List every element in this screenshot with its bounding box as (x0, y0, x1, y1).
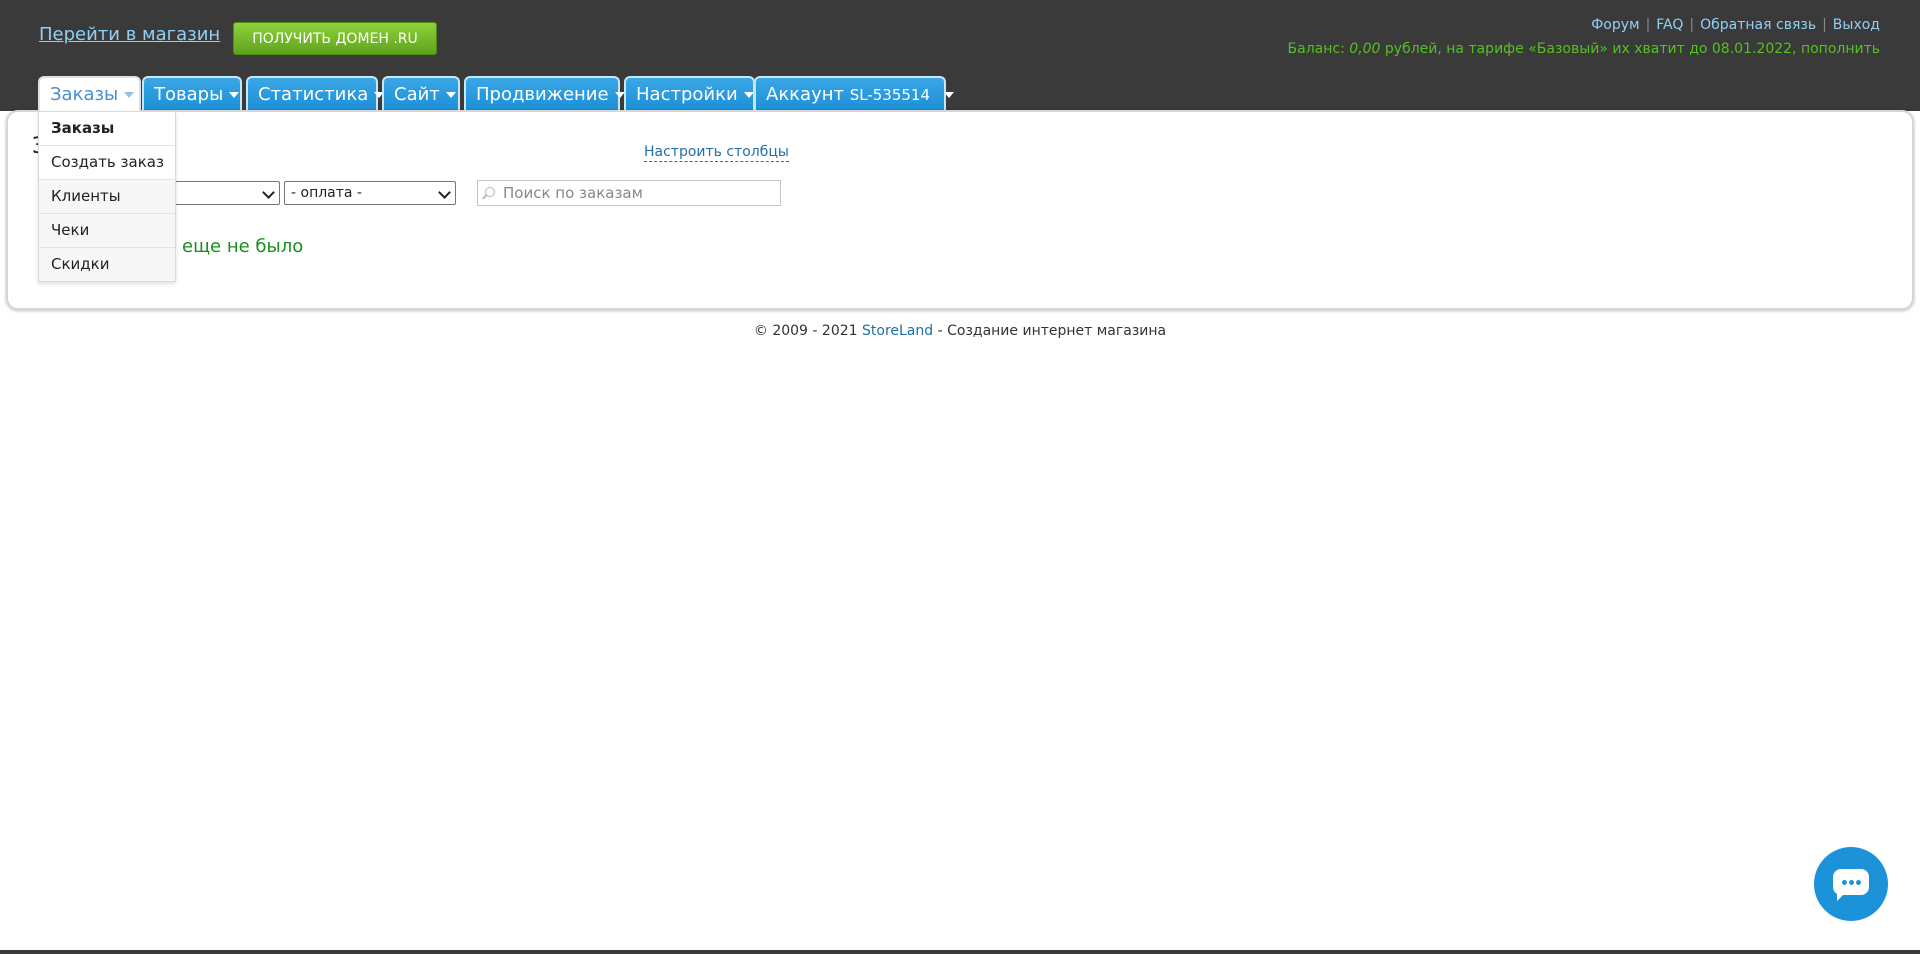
tab-label: Продвижение (476, 84, 609, 105)
tab-site[interactable]: Сайт (382, 76, 460, 111)
menu-item-receipts[interactable]: Чеки (39, 214, 175, 248)
account-id: SL-535514 (849, 86, 931, 104)
menu-item-orders[interactable]: Заказы (39, 112, 175, 146)
tab-label: Сайт (394, 84, 440, 105)
tab-orders[interactable]: Заказы (38, 76, 141, 113)
chat-dot (1842, 880, 1847, 885)
chevron-down-icon (438, 186, 451, 199)
menu-item-clients[interactable]: Клиенты (39, 180, 175, 214)
topup-link[interactable]: пополнить (1801, 41, 1880, 57)
tab-account[interactable]: Аккаунт SL-535514 (754, 76, 955, 111)
chevron-down-icon (743, 92, 754, 98)
get-domain-button[interactable]: ПОЛУЧИТЬ ДОМЕН .RU (233, 22, 437, 55)
orders-dropdown-menu: Заказы Создать заказ Клиенты Чеки Скидки (38, 111, 176, 282)
separator: | (1822, 17, 1827, 33)
footer-copyright: © 2009 - 2021 (753, 323, 862, 339)
payment-filter-select[interactable]: - оплата - (284, 181, 456, 205)
chevron-down-icon (262, 186, 275, 199)
storeland-link[interactable]: StoreLand (862, 323, 933, 339)
separator: | (1689, 17, 1695, 33)
balance-amount: 0,00 (1349, 41, 1381, 57)
tab-products[interactable]: Товары (142, 76, 242, 111)
footer-suffix: - Создание интернет магазина (933, 323, 1167, 339)
chevron-down-icon (229, 92, 240, 98)
top-links: Форум | FAQ | Обратная связь | Выход (1591, 17, 1880, 33)
balance-prefix: Баланс: (1287, 41, 1350, 57)
chevron-down-icon (124, 92, 135, 98)
payment-filter-value: - оплата - (291, 185, 362, 201)
faq-link[interactable]: FAQ (1656, 17, 1683, 33)
top-bar: Перейти в магазин ПОЛУЧИТЬ ДОМЕН .RU Фор… (0, 0, 1920, 113)
tab-label: Заказы (50, 84, 119, 105)
tab-label: Настройки (636, 84, 738, 105)
menu-item-create-order[interactable]: Создать заказ (39, 146, 175, 180)
menu-item-discounts[interactable]: Скидки (39, 248, 175, 281)
configure-columns-link[interactable]: Настроить столбцы (644, 144, 789, 162)
tab-label: Товары (154, 84, 224, 105)
chat-dot (1856, 880, 1861, 885)
feedback-link[interactable]: Обратная связь (1700, 17, 1816, 33)
tab-label: Статистика (258, 84, 369, 105)
tab-statistics[interactable]: Статистика (246, 76, 385, 111)
balance-middle: рублей, на тарифе «Базовый» их хватит до… (1380, 41, 1801, 57)
main-content-panel: З Настроить столбцы ы - - оплата - Поиск… (6, 110, 1914, 310)
tab-label: Аккаунт (766, 84, 844, 105)
footer: © 2009 - 2021 StoreLand - Создание интер… (0, 323, 1920, 339)
empty-orders-message: еще не было (182, 236, 304, 257)
search-icon (485, 187, 495, 197)
search-placeholder: Поиск по заказам (503, 184, 643, 202)
go-to-store-link[interactable]: Перейти в магазин (39, 24, 220, 45)
chevron-down-icon (944, 92, 955, 98)
tab-promotion[interactable]: Продвижение (464, 76, 625, 111)
chevron-down-icon (445, 92, 456, 98)
bottom-border (0, 950, 1920, 954)
chat-button[interactable] (1814, 847, 1888, 921)
tab-settings[interactable]: Настройки (624, 76, 755, 111)
chat-icon-tail (1837, 891, 1847, 901)
chat-dot (1849, 880, 1854, 885)
order-search-input[interactable]: Поиск по заказам (477, 180, 781, 206)
logout-link[interactable]: Выход (1833, 17, 1880, 33)
separator: | (1645, 17, 1651, 33)
forum-link[interactable]: Форум (1591, 17, 1639, 33)
balance-info: Баланс: 0,00 рублей, на тарифе «Базовый»… (1288, 41, 1880, 57)
